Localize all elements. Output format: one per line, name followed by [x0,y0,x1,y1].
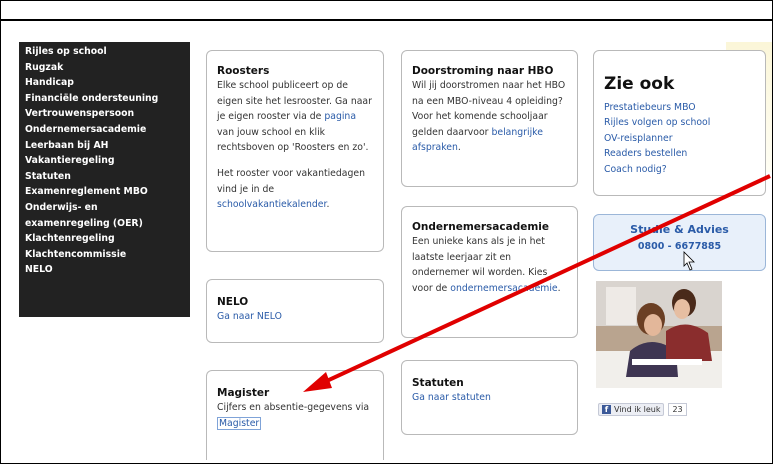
sidebar-item-statuten[interactable]: Statuten [25,169,184,185]
zie-ook-link-coach[interactable]: Coach nodig? [604,162,755,177]
statuten-title: Statuten [412,377,464,389]
sidebar-item-klachtencommissie[interactable]: Klachtencommissie [25,247,184,263]
zie-ook-link-readers[interactable]: Readers bestellen [604,146,755,161]
sidebar-item-examenreglement[interactable]: Examenreglement MBO [25,184,184,200]
ondernemers-title: Ondernemersacademie [412,221,549,233]
ondernemersacademie-link[interactable]: ondernemersacademie [450,283,557,294]
zie-ook-card: Zie ook Prestatiebeurs MBO Rijles volgen… [593,50,766,196]
zie-ook-link-ov-reisplanner[interactable]: OV-reisplanner [604,131,755,146]
pagina-link[interactable]: pagina [324,111,356,122]
sidebar-menu: Rijles op school Rugzak Handicap Financi… [19,42,190,317]
zie-ook-link-rijles[interactable]: Rijles volgen op school [604,115,755,130]
schoolvakantiekalender-link[interactable]: schoolvakantiekalender [217,199,326,210]
zie-ook-title: Zie ook [604,74,675,94]
statuten-card: Statuten Ga naar statuten [401,360,578,435]
roosters-title: Roosters [217,65,270,77]
nelo-card: NELO Ga naar NELO [206,279,384,343]
facebook-like-button[interactable]: f Vind ik leuk [598,403,665,416]
studie-advies-title: Studie & Advies [630,223,729,236]
sidebar-item-handicap[interactable]: Handicap [25,75,184,91]
sidebar-item-vakantieregeling[interactable]: Vakantieregeling [25,153,184,169]
sidebar-item-klachtenregeling[interactable]: Klachtenregeling [25,231,184,247]
studie-advies-box[interactable]: Studie & Advies 0800 - 6677885 [593,214,766,271]
nelo-link[interactable]: Ga naar NELO [217,311,282,322]
sidebar-item-financiele-ondersteuning[interactable]: Financiële ondersteuning [25,91,184,107]
nelo-title: NELO [217,296,249,308]
roosters-card: Roosters Elke school publiceert op de ei… [206,50,384,252]
magister-link[interactable]: Magister [217,416,262,430]
roosters-text-vakantie: Het rooster voor vakantiedagen vind je i… [217,167,366,211]
students-photo [596,281,722,388]
sidebar-item-ondernemersacademie[interactable]: Ondernemersacademie [25,122,184,138]
magister-card: Magister Cijfers en absentie-gegevens vi… [206,370,384,460]
sidebar-item-vertrouwenspersoon[interactable]: Vertrouwenspersoon [25,106,184,122]
studie-advies-phone: 0800 - 6677885 [637,241,722,252]
sidebar-item-oer-line2[interactable]: examenregeling (OER) [25,216,184,232]
divider-line [0,19,773,21]
sidebar-item-nelo[interactable]: NELO [25,262,184,278]
sidebar-item-oer-line1[interactable]: Onderwijs- en [25,200,184,216]
roosters-text: Elke school publiceert op de eigen site … [217,80,372,154]
doorstroming-text: Wil jij doorstromen naar het HBO na een … [412,80,566,154]
facebook-icon: f [602,405,611,414]
ondernemers-card: Ondernemersacademie Een unieke kans als … [401,206,578,338]
sidebar-item-leerbaan[interactable]: Leerbaan bij AH [25,138,184,154]
doorstroming-title: Doorstroming naar HBO [412,65,554,77]
doorstroming-card: Doorstroming naar HBO Wil jij doorstrome… [401,50,578,187]
magister-text: Cijfers en absentie-gegevens via Magiste… [217,402,370,430]
magister-title: Magister [217,387,270,399]
sidebar-item-rijles[interactable]: Rijles op school [25,44,184,60]
ondernemers-text: Een unieke kans als je in het laatste le… [412,236,561,294]
statuten-link[interactable]: Ga naar statuten [412,392,491,403]
zie-ook-link-prestatiebeurs[interactable]: Prestatiebeurs MBO [604,100,755,115]
facebook-like-widget: f Vind ik leuk 23 [598,403,687,416]
like-count: 23 [668,403,687,416]
sidebar-item-rugzak[interactable]: Rugzak [25,60,184,76]
